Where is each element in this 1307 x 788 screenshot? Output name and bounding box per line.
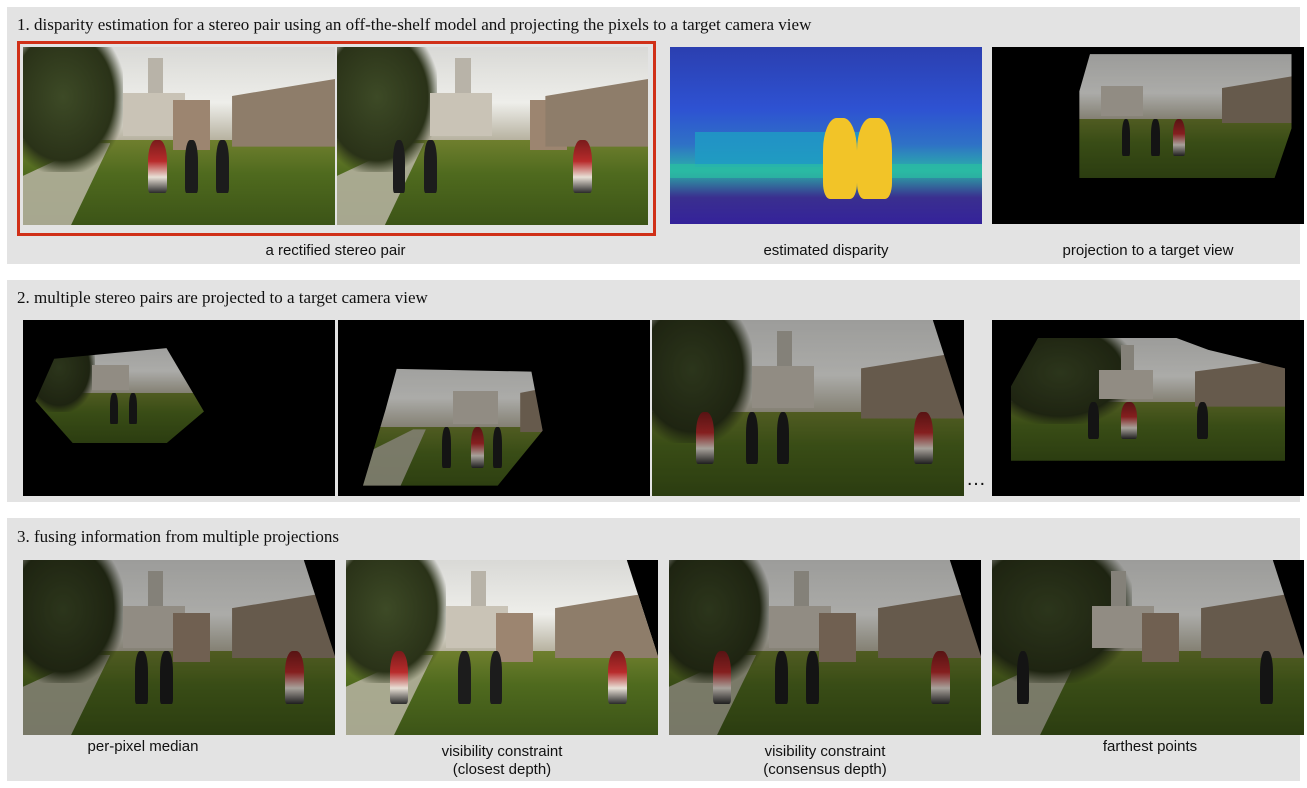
projection-3-image (652, 320, 964, 496)
caption-per-pixel-median: per-pixel median (87, 738, 199, 755)
panel-2-title: 2. multiple stereo pairs are projected t… (17, 288, 428, 307)
fused-median-image (23, 560, 335, 735)
fused-closest-depth-image (346, 560, 658, 735)
projection-n-image (992, 320, 1304, 496)
caption-projection-target-view: projection to a target view (1062, 242, 1234, 259)
caption-farthest-points: farthest points (1102, 738, 1198, 755)
panel-1-title: 1. disparity estimation for a stereo pai… (17, 15, 812, 34)
caption-estimated-disparity: estimated disparity (763, 242, 889, 259)
fused-farthest-points-image (992, 560, 1304, 735)
target-view-projection-image (992, 47, 1304, 224)
stereo-left-image (23, 47, 335, 225)
caption-consensus-depth: visibility constraint (consensus depth) (763, 743, 887, 778)
more-projections-ellipsis: … (966, 468, 986, 490)
projection-1-image (23, 320, 335, 496)
panel-3-title: 3. fusing information from multiple proj… (17, 527, 340, 546)
caption-rectified-stereo-pair: a rectified stereo pair (265, 242, 406, 259)
disparity-map-image (670, 47, 982, 224)
projection-2-image (338, 320, 650, 496)
stereo-right-image (337, 47, 648, 225)
fused-consensus-depth-image (669, 560, 981, 735)
caption-closest-depth: visibility constraint (closest depth) (441, 743, 563, 778)
